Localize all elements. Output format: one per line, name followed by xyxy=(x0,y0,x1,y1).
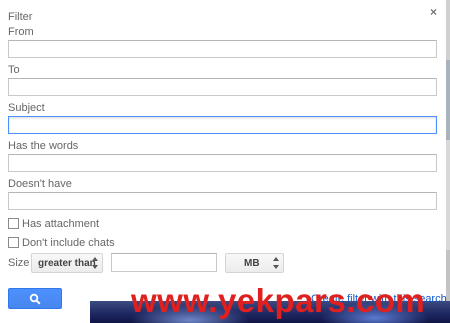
watermark: www.yekpars.com xyxy=(131,282,426,319)
subject-field[interactable] xyxy=(8,116,437,134)
has-attachment-row[interactable]: Has attachment xyxy=(8,217,99,230)
doesnt-have-label: Doesn't have xyxy=(8,178,72,190)
size-value-input[interactable] xyxy=(111,253,217,272)
size-operator-select[interactable]: greater than xyxy=(31,253,103,273)
dont-include-chats-checkbox[interactable] xyxy=(8,237,19,248)
size-unit-select[interactable]: MB xyxy=(225,253,284,273)
search-icon xyxy=(29,293,41,305)
subject-label: Subject xyxy=(8,102,45,114)
filter-dialog: Filter × From To Subject Has the words D… xyxy=(0,0,447,323)
size-unit-value: MB xyxy=(244,257,260,269)
updown-arrows-icon xyxy=(273,257,279,269)
doesnt-have-field[interactable] xyxy=(8,192,437,210)
from-label: From xyxy=(8,26,34,38)
search-button[interactable] xyxy=(8,288,62,309)
size-label: Size xyxy=(8,257,30,269)
close-icon[interactable]: × xyxy=(430,5,437,19)
to-field[interactable] xyxy=(8,78,437,96)
dialog-title: Filter xyxy=(8,11,33,23)
dont-include-chats-row[interactable]: Don't include chats xyxy=(8,236,115,249)
from-field[interactable] xyxy=(8,40,437,58)
has-attachment-label[interactable]: Has attachment xyxy=(22,218,99,230)
to-label: To xyxy=(8,64,20,76)
dont-include-chats-label[interactable]: Don't include chats xyxy=(22,237,115,249)
has-words-label: Has the words xyxy=(8,140,79,152)
has-words-field[interactable] xyxy=(8,154,437,172)
has-attachment-checkbox[interactable] xyxy=(8,218,19,229)
updown-arrows-icon xyxy=(92,257,98,269)
size-operator-value: greater than xyxy=(38,257,96,269)
background-strip xyxy=(446,0,450,323)
